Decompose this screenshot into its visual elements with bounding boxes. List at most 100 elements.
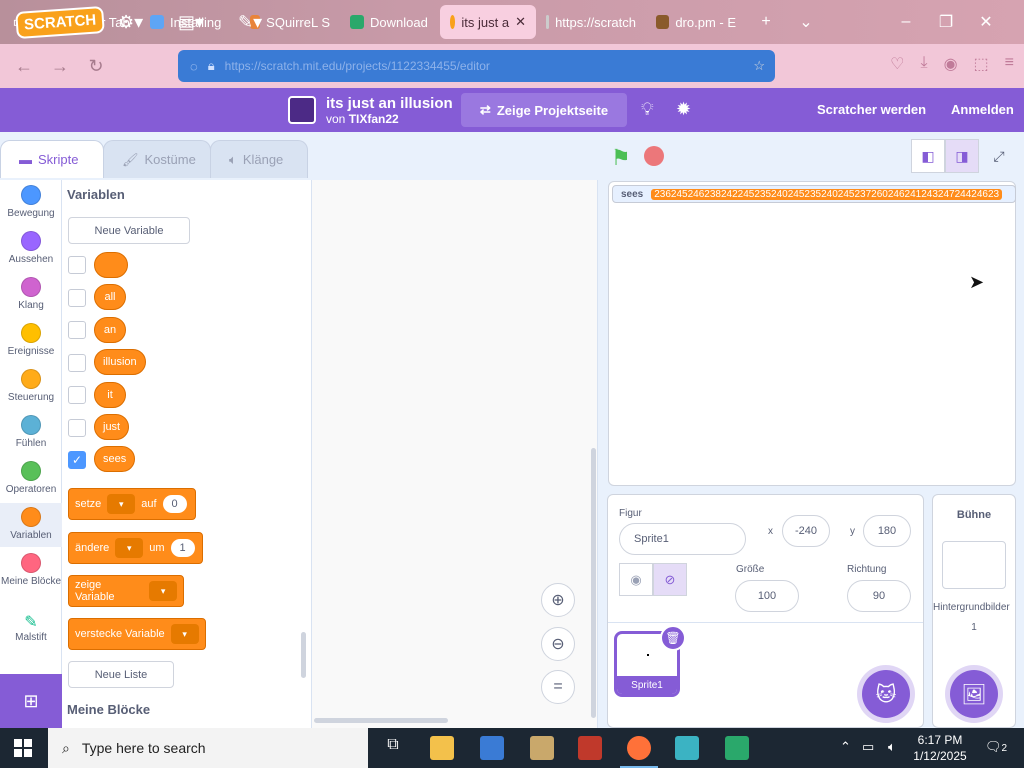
reload-icon[interactable]: ↻ [78,56,114,77]
new-list-button[interactable]: Neue Liste [68,661,174,688]
network-icon[interactable]: ▭ [862,739,874,755]
category-motion[interactable]: Bewegung [0,185,62,219]
y-input[interactable]: 180 [863,515,911,547]
show-sprite-eye-icon[interactable]: ◉ [619,563,653,596]
hide-sprite-eye-icon[interactable]: ⊘ [653,563,687,596]
set-variable-block[interactable]: setze ▾ auf 0 [68,488,196,520]
speaker-icon[interactable]: 🔈︎ [888,739,896,755]
category-operators[interactable]: Operatoren [0,461,62,495]
app-icon[interactable] [675,736,699,760]
tray-chevron-icon[interactable]: ⌃ [840,739,851,755]
palette-scrollbar[interactable] [301,632,306,678]
downloads-icon[interactable]: ⤓ [920,54,927,74]
category-variables[interactable]: Variablen [0,503,62,547]
variable-monitor[interactable]: sees 23624524623824224523524024523524024… [612,185,1016,203]
restore-icon[interactable]: ❐ [926,12,966,32]
close-window-icon[interactable]: ✕ [966,12,1006,32]
tab-costumes[interactable]: 🖌︎ Kostüme [103,140,211,178]
fullscreen-icon[interactable]: ⤢ [982,139,1016,173]
firefox-taskbar-icon[interactable] [627,736,651,760]
delete-sprite-trash-icon[interactable]: 🗑︎ [660,625,686,651]
edit-pencil-icon[interactable]: ✎▾ [238,12,262,33]
join-scratch-link[interactable]: Scratcher werden [817,102,926,117]
category-looks[interactable]: Aussehen [0,231,62,265]
add-sprite-cat-icon[interactable]: 🐱︎ [862,670,910,718]
variable-reporter[interactable]: all [94,284,126,310]
variable-reporter[interactable]: just [94,414,130,440]
zoom-in-icon[interactable]: ⊕ [541,583,575,617]
change-variable-block[interactable]: ändere ▾ um 1 [68,532,203,564]
large-stage-icon[interactable]: ◨ [945,139,979,173]
zoom-reset-icon[interactable]: = [541,670,575,704]
category-sound[interactable]: Klang [0,277,62,311]
variable-dropdown[interactable]: ▾ [107,494,136,514]
taskbar-search-box[interactable]: ⌕ Type here to search [48,728,368,768]
small-stage-icon[interactable]: ◧ [911,139,945,173]
direction-input[interactable]: 90 [847,580,911,612]
app-icon[interactable] [725,736,749,760]
debug-bug-icon[interactable]: ✹ [676,99,691,120]
script-horizontal-scrollbar[interactable] [314,718,448,723]
variable-dropdown[interactable]: ▾ [115,538,144,558]
browser-tab-active[interactable]: its just a ✕ [440,5,536,39]
app-icon[interactable] [480,736,504,760]
variable-dropdown[interactable]: ▾ [149,581,177,601]
close-tab-icon[interactable]: ✕ [515,14,526,30]
stage-canvas[interactable] [608,181,1016,486]
author-name[interactable]: TIXfan22 [349,112,399,126]
variable-checkbox[interactable] [68,289,86,307]
category-pen[interactable]: ✎ Malstift [0,612,62,643]
variable-reporter[interactable]: illusion [94,349,146,375]
pocket-icon[interactable]: ♡ [890,54,904,74]
file-explorer-icon[interactable] [430,736,454,760]
variable-reporter[interactable]: sees [94,446,136,472]
extensions-icon[interactable]: ⬚ [974,54,989,74]
tab-code[interactable]: ▬ Skripte [0,140,104,178]
account-icon[interactable]: ◉ [944,54,958,74]
see-project-page-button[interactable]: ⇄ Zeige Projektseite [461,93,627,127]
address-bar[interactable]: ◌ 🔒︎ https://scratch.mit.edu/projects/11… [178,50,775,82]
add-backdrop-image-icon[interactable]: 🖼︎ [950,670,998,718]
settings-gear-icon[interactable]: ⚙▾ [118,12,143,33]
variable-reporter[interactable] [94,252,128,278]
variable-checkbox[interactable] [68,419,86,437]
browser-tab[interactable]: dro.pm - E [646,5,746,39]
category-control[interactable]: Steuerung [0,369,62,403]
taskbar-clock[interactable]: 6:17 PM 1/12/2025 [900,732,980,764]
category-sensing[interactable]: Fühlen [0,415,62,449]
task-view-icon[interactable]: ⧉ [381,736,405,760]
variable-checkbox[interactable] [68,386,86,404]
lightbulb-icon[interactable]: 💡︎ [641,99,654,120]
category-my-blocks[interactable]: Meine Blöcke [0,553,62,587]
app-icon[interactable] [530,736,554,760]
variable-checkbox-checked[interactable]: ✓ [68,451,86,469]
new-variable-button[interactable]: Neue Variable [68,217,190,244]
category-events[interactable]: Ereignisse [0,323,62,357]
variable-dropdown[interactable]: ▾ [170,624,199,644]
variable-reporter[interactable]: it [94,382,126,408]
file-menu-icon[interactable]: ▤▾ [178,12,204,33]
sign-in-link[interactable]: Anmelden [951,102,1014,117]
add-extension-button[interactable]: ⊞ [0,674,62,728]
notification-icon[interactable]: 🗨︎2 [985,739,1007,755]
hamburger-menu-icon[interactable]: ≡ [1005,54,1014,74]
browser-tab[interactable]: https://scratch [536,5,646,39]
windows-start-icon[interactable] [14,739,32,757]
size-input[interactable]: 100 [735,580,799,612]
green-flag-icon[interactable]: ⚑ [611,145,631,171]
x-input[interactable]: -240 [782,515,830,547]
sprite-name-input[interactable]: Sprite1 [619,523,746,555]
project-title[interactable]: its just an illusion [326,95,453,112]
value-input[interactable]: 0 [162,495,187,513]
hide-variable-block[interactable]: verstecke Variable ▾ [68,618,206,650]
zoom-out-icon[interactable]: ⊖ [541,627,575,661]
variable-checkbox[interactable] [68,354,86,372]
tab-list-chevron-icon[interactable]: ⌄ [786,12,826,32]
browser-tab[interactable]: Download [340,5,440,39]
value-input[interactable]: 1 [170,539,195,557]
tab-sounds[interactable]: 🔈︎ Klänge [210,140,308,178]
bookmark-star-icon[interactable]: ☆ [753,58,765,74]
app-icon[interactable] [578,736,602,760]
variable-checkbox[interactable] [68,321,86,339]
script-vertical-scrollbar[interactable] [591,448,596,718]
